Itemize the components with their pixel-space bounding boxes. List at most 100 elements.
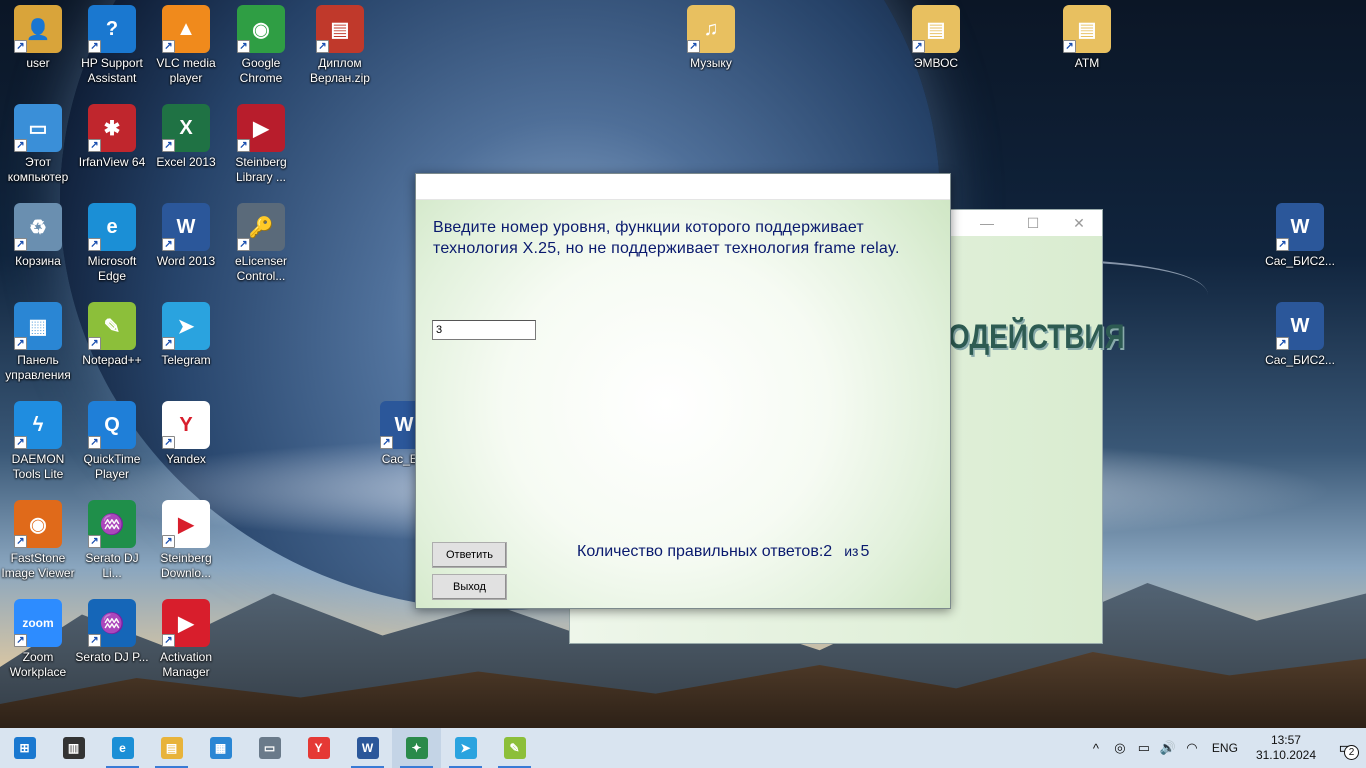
desktop-icon-label: Google Chrome — [239, 56, 283, 85]
music-folder-icon: ♫ ↗ — [687, 5, 735, 53]
desktop-icon-label: ЭМВОС — [913, 56, 959, 70]
desktop-icon[interactable]: ▭ ↗ Этот компьютер — [0, 104, 76, 185]
desktop-icon[interactable]: zoom ↗ Zoom Workplace — [0, 599, 76, 680]
score-correct: 2 — [823, 543, 833, 560]
desktop-icon[interactable]: ✱ ↗ IrfanView 64 — [74, 104, 150, 170]
excel-icon: X ↗ — [162, 104, 210, 152]
desktop-icon[interactable]: ▤ ↗ Диплом Верлан.zip — [302, 5, 378, 86]
taskbar-telegram-button[interactable]: ➤ — [441, 728, 490, 768]
battery-icon[interactable]: ▭ — [1132, 728, 1156, 768]
shortcut-arrow-icon: ↗ — [162, 337, 175, 350]
minimize-button[interactable]: — — [964, 210, 1010, 236]
maximize-button[interactable]: ☐ — [1010, 210, 1056, 236]
wifi-icon[interactable]: ◠ — [1180, 728, 1204, 768]
desktop-icon[interactable]: ♫ ↗ Музыку — [673, 5, 749, 71]
desktop-icon[interactable]: ▤ ↗ ЭМВОС — [898, 5, 974, 71]
vlc-icon: ▲ ↗ — [162, 5, 210, 53]
desktop-icon[interactable]: ✎ ↗ Notepad++ — [74, 302, 150, 368]
edge-icon: e — [111, 737, 134, 759]
desktop-icon[interactable]: ϟ ↗ DAEMON Tools Lite — [0, 401, 76, 482]
shortcut-arrow-icon: ↗ — [162, 535, 175, 548]
desktop-icon[interactable]: ♻ ↗ Корзина — [0, 203, 76, 269]
desktop-icon-label: Serato DJ Li... — [85, 551, 139, 580]
desktop-icon-label: eLicenser Control... — [234, 254, 288, 283]
shortcut-arrow-icon: ↗ — [162, 238, 175, 251]
taskbar-edge-button[interactable]: e — [98, 728, 147, 768]
taskbar-file-explorer-button[interactable]: ▤ — [147, 728, 196, 768]
desktop-icon-label: Музыку — [690, 56, 732, 70]
desktop-icon[interactable]: e ↗ Microsoft Edge — [74, 203, 150, 284]
desktop-icon[interactable]: ◉ ↗ Google Chrome — [223, 5, 299, 86]
desktop-icon[interactable]: ▤ ↗ ATM — [1049, 5, 1125, 71]
taskbar-yandex-button[interactable]: Y — [294, 728, 343, 768]
desktop-icon[interactable]: ➤ ↗ Telegram — [148, 302, 224, 368]
clock[interactable]: 13:57 31.10.2024 — [1256, 733, 1316, 763]
system-tray: ^ ◎ ▭ 🔊 ◠ ENG 13:57 31.10.2024 ▭ 2 — [1084, 728, 1366, 768]
taskbar-microsoft-store-button[interactable]: ▦ — [196, 728, 245, 768]
taskbar: ⊞ ▥ e ▤ ▦ ▭ Y W ✦ ➤ ✎ ^ ◎ ▭ 🔊 ◠ ENG 13:57 31.10.20… — [0, 728, 1366, 768]
webcam-icon[interactable]: ◎ — [1108, 728, 1132, 768]
desktop-icon[interactable]: W ↗ Cac_БИС2... — [1262, 203, 1338, 269]
desktop-icon[interactable]: ▲ ↗ VLC media player — [148, 5, 224, 86]
notification-count-badge: 2 — [1344, 745, 1359, 760]
exit-button[interactable]: Выход — [432, 574, 507, 600]
notification-center-button[interactable]: ▭ 2 — [1326, 728, 1366, 768]
volume-icon[interactable]: 🔊 — [1156, 728, 1180, 768]
desktop-icon[interactable]: Q ↗ QuickTime Player — [74, 401, 150, 482]
close-button[interactable]: ✕ — [1056, 210, 1102, 236]
shortcut-arrow-icon: ↗ — [1276, 238, 1289, 251]
desktop-icon[interactable]: ? ↗ HP Support Assistant — [74, 5, 150, 86]
desktop-icon[interactable]: 🔑 ↗ eLicenser Control... — [223, 203, 299, 284]
word-document-icon: W ↗ — [1276, 203, 1324, 251]
show-hidden-icons-chevron-icon[interactable]: ^ — [1084, 728, 1108, 768]
desktop-icon[interactable]: ▶ ↗ Steinberg Library ... — [223, 104, 299, 185]
taskbar-windows-start-button[interactable]: ⊞ — [0, 728, 49, 768]
taskbar-apps: ⊞ ▥ e ▤ ▦ ▭ Y W ✦ ➤ ✎ — [0, 728, 539, 768]
taskbar-notepad-plus-plus-button[interactable]: ✎ — [490, 728, 539, 768]
shortcut-arrow-icon: ↗ — [162, 436, 175, 449]
desktop-icon-label: user — [26, 56, 50, 70]
desktop-icon-label: ATM — [1074, 56, 1100, 70]
desktop-icon[interactable]: X ↗ Excel 2013 — [148, 104, 224, 170]
word-icon: W — [356, 737, 379, 759]
taskbar-remote-desktop-button[interactable]: ▭ — [245, 728, 294, 768]
desktop-icon-label: QuickTime Player — [83, 452, 141, 481]
desktop-icon[interactable]: ◉ ↗ FastStone Image Viewer — [0, 500, 76, 581]
desktop-icon[interactable]: ♒ ↗ Serato DJ P... — [74, 599, 150, 665]
score-label: Количество правильных ответов: — [577, 543, 824, 560]
taskbar-test-app-button[interactable]: ✦ — [392, 728, 441, 768]
desktop-icon[interactable]: ▶ ↗ Activation Manager — [148, 599, 224, 680]
desktop-icon[interactable]: W ↗ Cac_БИС2... — [1262, 302, 1338, 368]
desktop-icon[interactable]: ▦ ↗ Панель управления — [0, 302, 76, 383]
hp-support-icon: ? ↗ — [88, 5, 136, 53]
notepad-plus-plus-icon: ✎ — [503, 737, 526, 759]
desktop-icon[interactable]: ▶ ↗ Steinberg Downlo... — [148, 500, 224, 581]
this-pc-icon: ▭ ↗ — [14, 104, 62, 152]
desktop-icon-label: Excel 2013 — [156, 155, 216, 169]
desktop-icon[interactable]: ♒ ↗ Serato DJ Li... — [74, 500, 150, 581]
desktop-icon-label: IrfanView 64 — [78, 155, 146, 169]
irfanview-icon: ✱ ↗ — [88, 104, 136, 152]
control-panel-icon: ▦ ↗ — [14, 302, 62, 350]
desktop-icon-label: Steinberg Downlo... — [160, 551, 212, 580]
answer-input[interactable] — [432, 320, 536, 340]
desktop-icon-label: Zoom Workplace — [9, 650, 67, 679]
language-indicator[interactable]: ENG — [1212, 741, 1238, 755]
taskbar-word-button[interactable]: W — [343, 728, 392, 768]
elicenser-icon: 🔑 ↗ — [237, 203, 285, 251]
desktop-icon[interactable]: Y ↗ Yandex — [148, 401, 224, 467]
shortcut-arrow-icon: ↗ — [88, 40, 101, 53]
steinberg-library-icon: ▶ ↗ — [237, 104, 285, 152]
zip-archive-icon: ▤ ↗ — [316, 5, 364, 53]
desktop-icon[interactable]: W ↗ Word 2013 — [148, 203, 224, 269]
taskbar-task-view-button[interactable]: ▥ — [49, 728, 98, 768]
telegram-icon: ➤ ↗ — [162, 302, 210, 350]
dialog-titlebar[interactable] — [416, 174, 950, 200]
score-of: из — [844, 543, 859, 559]
shortcut-arrow-icon: ↗ — [88, 436, 101, 449]
shortcut-arrow-icon: ↗ — [88, 634, 101, 647]
answer-button[interactable]: Ответить — [432, 542, 507, 568]
yandex-icon: Y — [307, 737, 330, 759]
user-folder-icon: 👤 ↗ — [14, 5, 62, 53]
desktop-icon[interactable]: 👤 ↗ user — [0, 5, 76, 71]
